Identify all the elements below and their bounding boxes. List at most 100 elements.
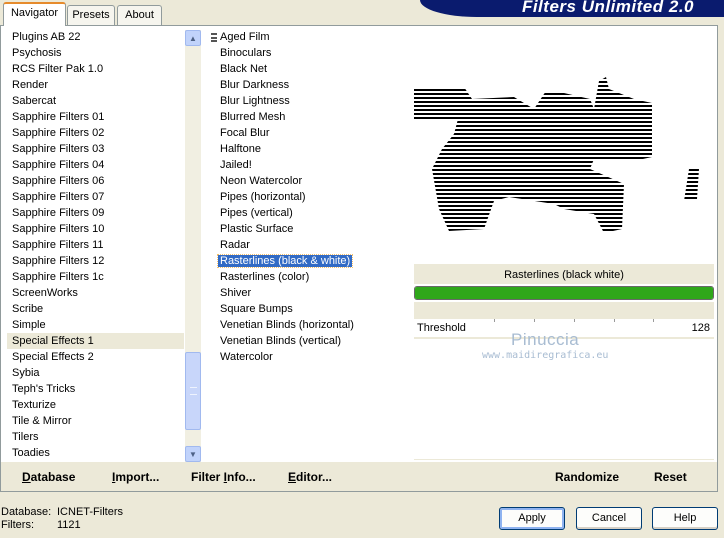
category-item[interactable]: Sapphire Filters 1c (7, 269, 184, 285)
category-item[interactable]: Special Effects 1 (7, 333, 184, 349)
category-item[interactable]: Sapphire Filters 03 (7, 141, 184, 157)
status-filters-value: 1121 (57, 519, 81, 531)
param-row-empty (414, 393, 714, 411)
filter-item[interactable]: Pipes (vertical) (209, 205, 407, 221)
status-database-value: ICNET-Filters (57, 506, 123, 518)
filter-item[interactable]: Blur Lightness (209, 93, 407, 109)
scroll-down-button[interactable]: ▼ (185, 446, 201, 462)
filter-item[interactable]: Rasterlines (color) (209, 269, 407, 285)
filter-item[interactable]: Venetian Blinds (horizontal) (209, 317, 407, 333)
scroll-up-button[interactable]: ▲ (185, 30, 201, 46)
category-list[interactable]: Plugins AB 22 Psychosis RCS Filter Pak 1.0… (7, 29, 184, 461)
grip-icon (190, 387, 197, 395)
param-row-empty (414, 411, 714, 429)
tab-presets[interactable]: Presets (67, 5, 115, 26)
category-item[interactable]: Texturize (7, 397, 184, 413)
grip-icon (211, 33, 217, 42)
database-link[interactable]: Database (22, 470, 75, 484)
app-title: Filters Unlimited 2.0 (521, 0, 694, 16)
category-item[interactable]: Sapphire Filters 12 (7, 253, 184, 269)
filter-item[interactable]: Watercolor (209, 349, 407, 365)
filter-item[interactable]: Plastic Surface (209, 221, 407, 237)
filter-item-label: Aged Film (220, 31, 270, 43)
filter-item[interactable]: Halftone (209, 141, 407, 157)
filter-item-label: Watercolor (220, 351, 273, 363)
filter-item[interactable]: Jailed! (209, 157, 407, 173)
parameter-panel: Threshold 128 (414, 302, 714, 460)
category-item[interactable]: Toadies (7, 445, 184, 461)
scroll-thumb[interactable] (185, 352, 201, 430)
category-item[interactable]: Simple (7, 317, 184, 333)
filter-item[interactable]: Blurred Mesh (209, 109, 407, 125)
filter-item[interactable]: Square Bumps (209, 301, 407, 317)
category-item[interactable]: Psychosis (7, 45, 184, 61)
category-item[interactable]: Tilers (7, 429, 184, 445)
filter-item[interactable]: Shiver (209, 285, 407, 301)
param-row-empty (414, 375, 714, 393)
category-item[interactable]: Sabercat (7, 93, 184, 109)
filter-info-link[interactable]: Filter Info... (191, 470, 256, 484)
category-item[interactable]: Sapphire Filters 02 (7, 125, 184, 141)
progress-fill (415, 287, 713, 299)
filter-item[interactable]: Binoculars (209, 45, 407, 61)
tab-navigator[interactable]: Navigator (3, 2, 66, 26)
category-item[interactable]: Sapphire Filters 06 (7, 173, 184, 189)
watermark-name: Pinuccia (511, 330, 580, 349)
category-item[interactable]: Sapphire Filters 11 (7, 237, 184, 253)
category-scrollbar[interactable]: ▲ ▼ (185, 30, 201, 462)
link-bar: Database Import... Filter Info... Editor… (1, 462, 717, 491)
filter-item[interactable]: Focal Blur (209, 125, 407, 141)
param-row-empty (414, 447, 714, 459)
tab-about[interactable]: About (117, 5, 162, 26)
filter-item[interactable]: Radar (209, 237, 407, 253)
filter-item-label: Blurred Mesh (220, 111, 286, 123)
filter-item-label: Square Bumps (220, 303, 293, 315)
filter-item[interactable]: Black Net (209, 61, 407, 77)
filter-item-label: Pipes (horizontal) (220, 191, 306, 203)
preview-image (414, 29, 714, 264)
chevron-up-icon: ▲ (189, 33, 197, 43)
category-item[interactable]: Sapphire Filters 04 (7, 157, 184, 173)
filter-item[interactable]: Pipes (horizontal) (209, 189, 407, 205)
apply-button[interactable]: Apply (499, 507, 565, 530)
editor-link[interactable]: Editor... (288, 470, 332, 484)
category-item[interactable]: Sapphire Filters 07 (7, 189, 184, 205)
import-link[interactable]: Import... (112, 470, 159, 484)
category-item[interactable]: Sybia (7, 365, 184, 381)
category-item[interactable]: Tile & Mirror (7, 413, 184, 429)
filter-item-label: Focal Blur (220, 127, 270, 139)
filter-item[interactable]: Rasterlines (black & white) (209, 253, 407, 269)
filter-item[interactable]: Blur Darkness (209, 77, 407, 93)
help-button[interactable]: Help (652, 507, 718, 530)
filter-item-label: Plastic Surface (220, 223, 294, 235)
reset-link[interactable]: Reset (654, 470, 687, 484)
filter-item-label: Jailed! (220, 159, 252, 171)
category-item[interactable]: RCS Filter Pak 1.0 (7, 61, 184, 77)
category-item[interactable]: Sapphire Filters 09 (7, 205, 184, 221)
category-item[interactable]: Special Effects 2 (7, 349, 184, 365)
category-item[interactable]: Plugins AB 22 (7, 29, 184, 45)
filter-item-label: Halftone (220, 143, 261, 155)
current-filter-name: Rasterlines (black white) (414, 264, 714, 284)
randomize-link[interactable]: Randomize (555, 470, 619, 484)
filter-item-label: Radar (220, 239, 250, 251)
filter-item-label: Blur Darkness (220, 79, 290, 91)
rasterlines-preview (414, 77, 699, 233)
category-item[interactable]: Sapphire Filters 10 (7, 221, 184, 237)
filter-list[interactable]: Aged Film Binoculars Black Net Blur Darknes… (209, 29, 407, 461)
category-item[interactable]: ScreenWorks (7, 285, 184, 301)
watermark-url: www.maidiregrafica.eu (482, 350, 609, 361)
cancel-button[interactable]: Cancel (576, 507, 642, 530)
category-item[interactable]: Render (7, 77, 184, 93)
filter-item[interactable]: Aged Film (209, 29, 407, 45)
category-item[interactable]: Sapphire Filters 01 (7, 109, 184, 125)
filter-item[interactable]: Venetian Blinds (vertical) (209, 333, 407, 349)
category-item[interactable]: Teph's Tricks (7, 381, 184, 397)
filter-item[interactable]: Neon Watercolor (209, 173, 407, 189)
filter-item-label: Pipes (vertical) (220, 207, 293, 219)
param-label: Threshold (417, 322, 466, 334)
category-item[interactable]: Scribe (7, 301, 184, 317)
filter-item-label: Blur Lightness (220, 95, 290, 107)
progress-bar (414, 286, 714, 300)
status-filters-label: Filters: (1, 519, 34, 531)
